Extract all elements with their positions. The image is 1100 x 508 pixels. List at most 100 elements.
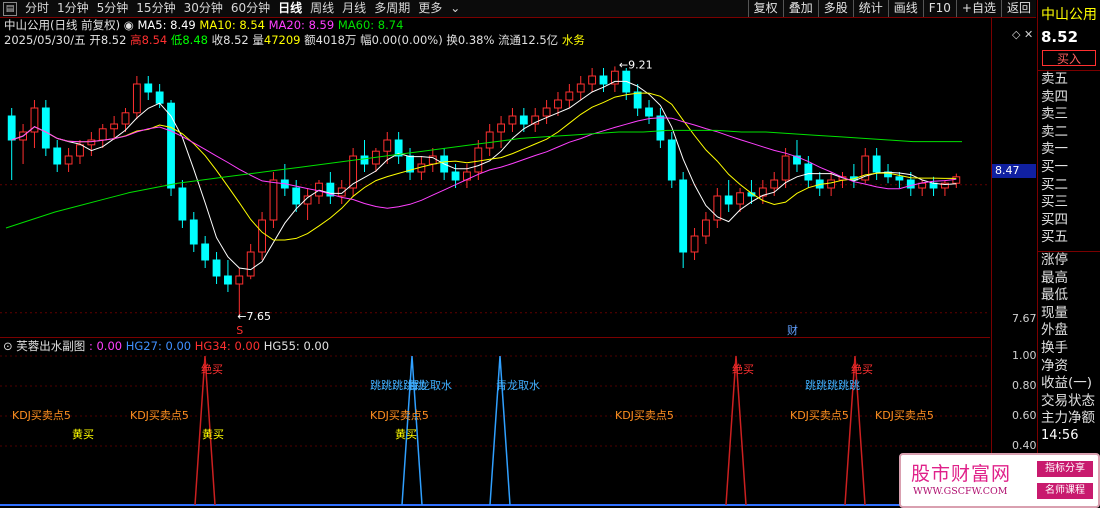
axis-close-icon[interactable]: ✕ (1024, 28, 1033, 41)
candle-body (360, 155, 369, 165)
tab-daily[interactable]: 日线 (274, 0, 306, 17)
candle-body (451, 171, 460, 181)
overlay-button[interactable]: 叠加 (782, 0, 818, 17)
stock-price: 8.52 (1041, 28, 1079, 46)
candle-body (235, 275, 244, 285)
watermark-tag-course: 名师课程 (1037, 483, 1093, 499)
kdj-signal-label: KDJ买卖点5 (615, 409, 674, 422)
tab-more[interactable]: 更多 (414, 0, 446, 17)
quote-info-line: 2025/05/30/五 开8.52 高8.54 低8.48 收8.52 量47… (4, 33, 585, 48)
period-tabs: ▤ 分时 1分钟 5分钟 15分钟 30分钟 60分钟 日线 周线 月线 多周期… (0, 0, 464, 17)
candle-body (804, 163, 813, 181)
candle-body (588, 75, 597, 85)
draw-line-button[interactable]: 画线 (887, 0, 923, 17)
candle-body (269, 179, 278, 221)
candle-body (497, 123, 505, 133)
stacked-signal-label: 跳跳跳跳跳 (370, 378, 425, 392)
order-book: 卖五 卖四 卖三 卖二 卖一 买一 买二 买三 买四 买五 (1038, 71, 1100, 247)
sell-mark: S (236, 324, 243, 336)
candle-body (599, 75, 608, 85)
settings-dot-icon[interactable]: ◉ (124, 18, 134, 32)
stat-row: 涨停 (1041, 251, 1068, 268)
stat-row: 主力净额 (1041, 410, 1095, 427)
candle-body (98, 128, 107, 141)
stat-row: 收益(一) (1041, 375, 1093, 392)
indicator-subchart[interactable]: 绝买青龙取水 青龙取水绝买 绝买KDJ买卖点5 KDJ买卖点5 KDJ买卖点5 KDJ买卖… (0, 353, 990, 508)
turnover-value: 换0.38% (446, 33, 495, 47)
kdj-signal-label: KDJ买卖点5 (12, 409, 71, 422)
candle-body (895, 176, 904, 181)
candle-body (781, 155, 790, 181)
stat-row: 最高 (1041, 269, 1068, 286)
back-button[interactable]: 返回 (1000, 0, 1036, 17)
order-book-row: 买二 (1041, 176, 1068, 193)
candle-body (110, 123, 119, 130)
min-price-label: ←7.65 (237, 310, 271, 323)
subchart-hg55: HG55: 0.00 (263, 339, 330, 353)
order-book-row: 买三 (1041, 194, 1068, 211)
candle-body (690, 235, 699, 253)
candle-body (41, 107, 50, 149)
tab-5min[interactable]: 5分钟 (93, 0, 133, 17)
close-label: 收 (211, 33, 224, 47)
watermark-title: 股市财富网 (911, 463, 1012, 485)
add-watchlist-button[interactable]: +自选 (955, 0, 1001, 17)
subchart-settings-icon[interactable]: ⊙ (3, 339, 13, 353)
ma-info-line: 中山公用(日线 前复权) ◉ MA5: 8.49 MA10: 8.54 MA20… (4, 18, 403, 33)
restore-rights-button[interactable]: 复权 (747, 0, 783, 17)
toolbar-actions: 复权 叠加 多股 统计 画线 F10 +自选 返回 (747, 0, 1036, 17)
tab-fenshi[interactable]: 分时 (21, 0, 53, 17)
volume-value: 47209 (263, 33, 301, 47)
watermark-url: WWW.GSCFW.COM (913, 486, 1008, 497)
ma60-value: MA60: 8.74 (337, 18, 404, 32)
candle-body (132, 83, 141, 114)
tab-15min[interactable]: 15分钟 (132, 0, 179, 17)
finance-mark: 财 (787, 323, 798, 336)
stat-row: 净资 (1041, 357, 1068, 374)
axis-top-icon[interactable]: ◇ (1012, 28, 1020, 41)
candle-body (906, 179, 915, 189)
more-chevron-icon[interactable]: ⌄ (446, 0, 464, 17)
candle-body (64, 155, 73, 165)
f10-button[interactable]: F10 (922, 0, 956, 17)
period-toolbar: ▤ 分时 1分钟 5分钟 15分钟 30分钟 60分钟 日线 周线 月线 多周期… (0, 0, 1036, 18)
candle-body (645, 107, 653, 117)
ma60-line (5, 129, 962, 229)
chart-title: 中山公用(日线 前复权) (4, 18, 121, 32)
order-book-row: 卖一 (1041, 141, 1068, 158)
candle-body (201, 243, 210, 261)
candle-body (679, 179, 688, 253)
statistics-button[interactable]: 统计 (852, 0, 888, 17)
candle-body (770, 179, 779, 189)
candle-body (474, 147, 483, 173)
candle-body (633, 91, 642, 109)
axis-label-low: 7.67 (1012, 312, 1037, 325)
multi-stock-button[interactable]: 多股 (817, 0, 853, 17)
kdj-signal-label: KDJ买卖点5 (370, 409, 429, 422)
stat-row: 现量 (1041, 304, 1068, 321)
quote-date: 2025/05/30/五 (4, 33, 86, 47)
candle-body (702, 219, 710, 237)
kdj-signal-label: KDJ买卖点5 (130, 409, 189, 422)
tab-60min[interactable]: 60分钟 (227, 0, 274, 17)
buy-button[interactable]: 买入 (1042, 50, 1096, 66)
candle-body (189, 219, 198, 245)
sector-label: 水务 (561, 33, 585, 47)
tab-30min[interactable]: 30分钟 (180, 0, 227, 17)
order-book-row: 卖四 (1041, 88, 1068, 105)
tab-weekly[interactable]: 周线 (306, 0, 338, 17)
candle-body (155, 91, 164, 104)
stacked-signal-label: 跳跳跳跳跳 (805, 378, 860, 392)
tab-multi-period[interactable]: 多周期 (370, 0, 414, 17)
tab-1min[interactable]: 1分钟 (53, 0, 93, 17)
layout-icon[interactable]: ▤ (3, 1, 17, 16)
candle-body (872, 155, 881, 173)
candle-body (53, 147, 62, 165)
candlestick-chart[interactable]: ←9.21 ←7.65S 财 (0, 48, 990, 336)
candle-body (292, 187, 301, 205)
candle-body (224, 275, 232, 285)
low-value: 8.48 (182, 33, 208, 47)
high-value: 8.54 (141, 33, 168, 47)
stat-row: 交易状态 (1041, 392, 1095, 409)
tab-monthly[interactable]: 月线 (338, 0, 370, 17)
